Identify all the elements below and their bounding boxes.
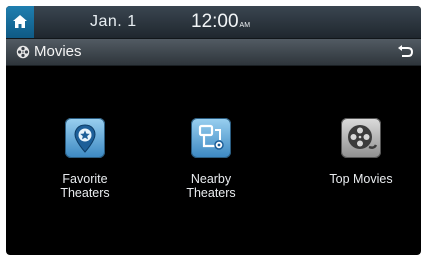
status-ampm: AM (239, 22, 251, 29)
nearby-theaters-button[interactable]: Nearby Theaters (156, 118, 266, 200)
status-time-value: 12:00 (191, 11, 239, 32)
status-bar: Jan. 1 12:00AM (6, 6, 421, 39)
title-bar: Movies (6, 39, 421, 66)
nearby-theaters-line1: Nearby (190, 172, 232, 186)
film-reel-icon (341, 118, 381, 158)
film-reel-icon (16, 45, 30, 59)
nearby-theaters-label: Nearby Theaters (156, 172, 266, 200)
favorite-theaters-line2: Theaters (60, 186, 110, 200)
page-title: Movies (34, 43, 82, 60)
favorite-theaters-line1: Favorite (62, 172, 108, 186)
top-movies-button[interactable]: Top Movies (306, 118, 416, 186)
status-date: Jan. 1 (90, 13, 137, 30)
nearby-theaters-line2: Theaters (186, 186, 236, 200)
top-movies-label: Top Movies (306, 172, 416, 186)
status-time: 12:00AM (191, 11, 250, 33)
favorite-theaters-button[interactable]: Favorite Theaters (30, 118, 140, 200)
route-icon (191, 118, 231, 158)
home-icon (13, 15, 27, 28)
screen: Jan. 1 12:00AM Movies Favorite Theaters … (6, 6, 421, 255)
home-button[interactable] (6, 6, 34, 38)
location-star-icon (65, 118, 105, 158)
favorite-theaters-label: Favorite Theaters (30, 172, 140, 200)
back-arrow-icon[interactable] (397, 45, 413, 59)
top-movies-line1: Top Movies (329, 172, 393, 186)
